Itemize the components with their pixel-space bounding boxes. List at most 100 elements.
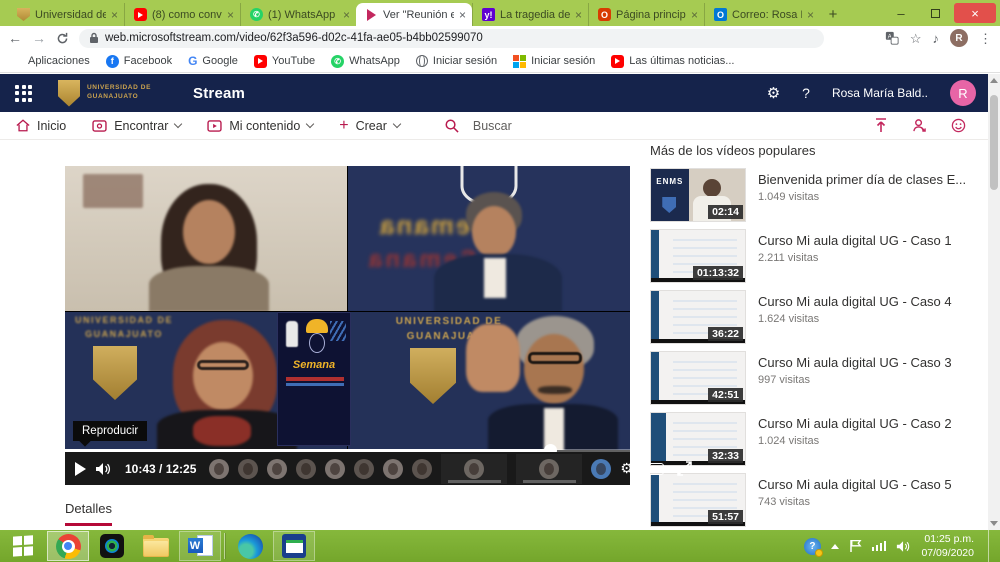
tab-close-icon[interactable]: × <box>807 9 814 21</box>
bookmark-whatsapp[interactable]: ✆ WhatsApp <box>331 55 400 68</box>
page-scrollbar[interactable] <box>988 74 1000 530</box>
speaker-thumbnail[interactable] <box>441 454 507 484</box>
volume-icon[interactable] <box>95 462 112 476</box>
help-icon[interactable]: ? <box>802 85 810 101</box>
player-settings-icon[interactable]: ⚙ <box>620 460 633 477</box>
reload-icon[interactable] <box>56 32 69 45</box>
feedback-smiley-icon[interactable] <box>951 118 966 133</box>
video-thumbnail[interactable]: ENMS 02:14 <box>650 168 746 222</box>
participant-avatar[interactable] <box>383 459 403 479</box>
new-tab-button[interactable]: + <box>820 3 846 26</box>
video-title[interactable]: Curso Mi aula digital UG - Caso 4 <box>758 294 952 309</box>
video-title[interactable]: Curso Mi aula digital UG - Caso 2 <box>758 416 952 431</box>
video-list-item[interactable]: 36:22 Curso Mi aula digital UG - Caso 4 … <box>650 290 986 344</box>
nav-crear[interactable]: + Crear <box>339 118 400 134</box>
tab-close-icon[interactable]: × <box>575 9 582 21</box>
bookmark-youtube[interactable]: YouTube <box>254 55 315 68</box>
participant-avatar[interactable] <box>325 459 345 479</box>
taskbar-edge[interactable] <box>229 531 271 561</box>
bookmark-apps[interactable]: Aplicaciones <box>10 55 90 68</box>
tab-whatsapp[interactable]: ✆ (1) WhatsApp × <box>240 3 356 26</box>
translate-icon[interactable]: A <box>885 31 899 45</box>
bookmark-signin-globe[interactable]: Iniciar sesión <box>416 55 497 67</box>
participant-avatar[interactable] <box>354 459 374 479</box>
org-logo[interactable]: UNIVERSIDAD DE GUANAJUATO <box>58 80 151 107</box>
play-button[interactable] <box>75 462 86 476</box>
video-thumbnail[interactable]: 42:51 <box>650 351 746 405</box>
video-thumbnail[interactable]: 01:13:32 <box>650 229 746 283</box>
url-field[interactable]: web.microsoftstream.com/video/62f3a596-d… <box>79 29 824 48</box>
participant-avatar[interactable] <box>209 459 229 479</box>
video-list-item[interactable]: 01:13:32 Curso Mi aula digital UG - Caso… <box>650 229 986 283</box>
video-player[interactable]: Semana Semana UNIVERSIDAD DE GUANAJUATO <box>65 166 630 485</box>
tab-close-icon[interactable]: × <box>459 9 466 21</box>
media-controls-icon[interactable]: ♪ <box>933 32 940 45</box>
participant-avatar[interactable] <box>412 459 432 479</box>
video-list-item[interactable]: 51:57 Curso Mi aula digital UG - Caso 5 … <box>650 473 986 527</box>
tab-close-icon[interactable]: × <box>227 9 234 21</box>
taskbar-camera-app[interactable] <box>91 531 133 561</box>
close-button[interactable]: × <box>954 3 996 23</box>
tab-outlook[interactable]: O Correo: Rosa María × <box>704 3 820 26</box>
minimize-button[interactable]: – <box>886 3 916 23</box>
tab-close-icon[interactable]: × <box>343 9 350 21</box>
start-button[interactable] <box>0 530 46 562</box>
video-thumbnail[interactable]: 36:22 <box>650 290 746 344</box>
video-list-item[interactable]: 42:51 Curso Mi aula digital UG - Caso 3 … <box>650 351 986 405</box>
nav-search[interactable]: Buscar <box>444 118 512 133</box>
taskbar-chrome[interactable] <box>47 531 89 561</box>
browser-menu-icon[interactable]: ⋮ <box>979 32 992 45</box>
tab-office[interactable]: O Página principal de × <box>588 3 704 26</box>
tab-universidad[interactable]: Universidad de Gua × <box>8 3 124 26</box>
video-title[interactable]: Bienvenida primer día de clases E... <box>758 172 966 187</box>
nav-mi-contenido[interactable]: Mi contenido <box>207 119 313 133</box>
taskbar-clock[interactable]: 01:25 p.m. 07/09/2020 <box>921 532 974 560</box>
video-title[interactable]: Curso Mi aula digital UG - Caso 1 <box>758 233 952 248</box>
maximize-button[interactable] <box>920 3 950 23</box>
taskbar-word[interactable]: W <box>179 531 221 561</box>
caption-icon[interactable] <box>646 463 664 475</box>
video-list-item[interactable]: ENMS 02:14 Bienvenida primer día de clas… <box>650 168 986 222</box>
bookmark-signin-microsoft[interactable]: Iniciar sesión <box>513 55 595 68</box>
bookmark-noticias[interactable]: Las últimas noticias... <box>611 55 734 68</box>
volume-tray-icon[interactable] <box>896 540 911 553</box>
forward-icon[interactable]: → <box>32 31 46 45</box>
video-thumbnail[interactable]: 32:33 <box>650 412 746 466</box>
network-signal-icon[interactable] <box>872 541 887 551</box>
video-list-item[interactable]: 32:33 Curso Mi aula digital UG - Caso 2 … <box>650 412 986 466</box>
tab-details[interactable]: Detalles <box>65 501 112 526</box>
scroll-down-arrow[interactable] <box>990 521 998 526</box>
bookmark-facebook[interactable]: f Facebook <box>106 55 172 68</box>
taskbar-cards-app[interactable] <box>273 531 315 561</box>
tab-close-icon[interactable]: × <box>111 9 118 21</box>
taskbar-file-explorer[interactable] <box>135 531 177 561</box>
nav-encontrar[interactable]: Encontrar <box>92 119 181 133</box>
tab-close-icon[interactable]: × <box>691 9 698 21</box>
browser-profile-avatar[interactable]: R <box>950 29 968 47</box>
waffle-icon[interactable] <box>15 85 32 102</box>
tab-stream-active[interactable]: Ver "Reunión en "G × <box>356 3 472 26</box>
user-name[interactable]: Rosa María Bald.. <box>832 86 928 100</box>
video-title[interactable]: Curso Mi aula digital UG - Caso 5 <box>758 477 952 492</box>
tab-youtube[interactable]: (8) como convertir × <box>124 3 240 26</box>
invite-person-icon[interactable] <box>912 118 927 133</box>
hidden-icons-arrow[interactable] <box>831 544 839 549</box>
video-thumbnail[interactable]: 51:57 <box>650 473 746 527</box>
participant-avatar[interactable] <box>267 459 287 479</box>
scrollbar-thumb[interactable] <box>990 95 998 190</box>
participant-avatar[interactable] <box>238 459 258 479</box>
settings-gear-icon[interactable]: ⚙ <box>767 84 780 102</box>
bookmark-star-icon[interactable]: ☆ <box>910 32 922 45</box>
fullscreen-icon[interactable] <box>677 461 692 476</box>
back-icon[interactable]: ← <box>8 31 22 45</box>
show-desktop-button[interactable] <box>988 530 994 562</box>
video-title[interactable]: Curso Mi aula digital UG - Caso 3 <box>758 355 952 370</box>
help-update-icon[interactable]: ? <box>804 538 821 555</box>
tab-yahoo[interactable]: y! La tragedia de la b × <box>472 3 588 26</box>
speaker-thumbnail[interactable] <box>516 454 582 484</box>
bookmark-google[interactable]: G Google <box>188 54 238 68</box>
participant-avatar[interactable] <box>591 459 611 479</box>
nav-inicio[interactable]: Inicio <box>16 119 66 133</box>
upload-icon[interactable] <box>874 118 888 133</box>
action-center-flag-icon[interactable] <box>849 539 862 553</box>
